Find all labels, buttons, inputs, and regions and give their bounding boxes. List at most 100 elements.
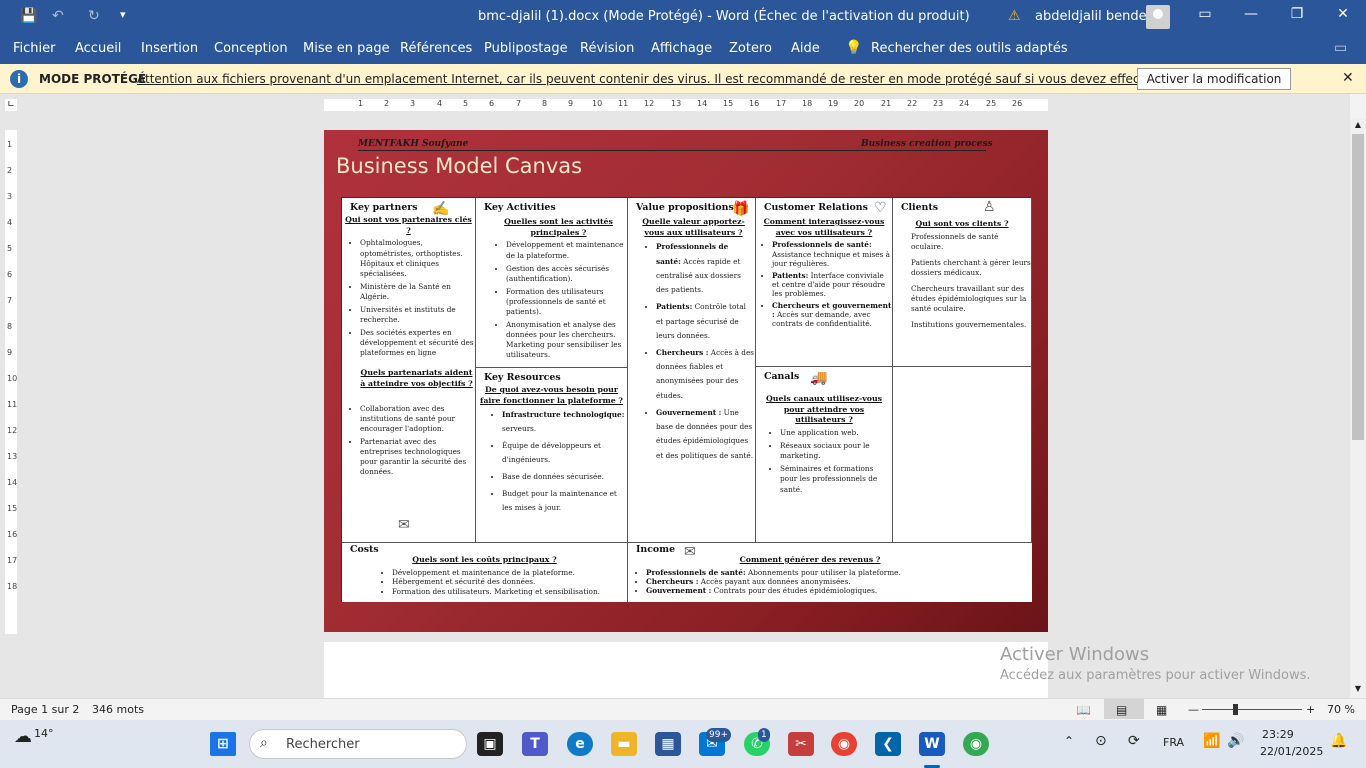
value-propositions-question: Quelle valeur apportez-vous aux utilisat…	[642, 216, 745, 237]
network-shield-icon[interactable]: ⊙	[1095, 733, 1107, 749]
zoom-slider-track[interactable]	[1202, 709, 1302, 710]
tab-fichier[interactable]: Fichier	[13, 41, 56, 56]
save-icon[interactable]: 💾	[20, 8, 37, 24]
clients-heading: Clients	[901, 202, 938, 213]
document-page[interactable]: MENTFAKH Soufyane Business creation proc…	[324, 130, 1048, 632]
zoom-out-button[interactable]: —	[1188, 703, 1199, 716]
scrollbar-thumb[interactable]	[1352, 134, 1364, 440]
web-layout-icon[interactable]: ▦	[1156, 703, 1167, 717]
tab-selector[interactable]: ∟	[5, 99, 17, 111]
list-item: Chercheurs : Accès à des données fiables…	[656, 346, 755, 403]
key-partners-list: Ophtalmologues, optométristes, orthoptis…	[342, 238, 475, 358]
read-mode-icon[interactable]: 📖	[1076, 703, 1091, 717]
item-bold: Chercheurs :	[646, 576, 699, 586]
restore-button[interactable]: ❐	[1282, 6, 1312, 22]
close-button[interactable]: ✕	[1328, 6, 1358, 22]
key-partners-cell: Key partners ✍ Qui sont vos partenaires …	[342, 198, 476, 543]
zoom-in-button[interactable]: +	[1306, 703, 1315, 716]
key-activities-question: Quelles sont les activités principales ?	[504, 216, 613, 237]
list-item: Chercheurs : Accès payant aux données an…	[646, 577, 1032, 586]
protected-mode-message[interactable]: Attention aux fichiers provenant d'un em…	[137, 72, 1278, 86]
channels-cell: Canals 🚚 Quels canaux utilisez-vous pour…	[756, 367, 893, 543]
chrome-profile-icon[interactable]: ◉	[963, 732, 989, 756]
start-icon[interactable]: ⊞	[210, 732, 236, 756]
search-tools-label[interactable]: Rechercher des outils adaptés	[871, 41, 1068, 56]
tab-aide[interactable]: Aide	[791, 41, 820, 56]
file-explorer-icon[interactable]: ▬	[611, 732, 637, 756]
item-bold: Professionnels de santé:	[646, 567, 746, 577]
clock-time[interactable]: 23:29	[1262, 728, 1294, 741]
word-icon[interactable]: W	[919, 732, 945, 756]
key-activities-list: Développement et maintenance de la plate…	[476, 240, 627, 360]
scroll-up-icon[interactable]: ▲	[1350, 118, 1366, 132]
close-icon[interactable]: ✕	[1342, 70, 1354, 86]
teams-icon[interactable]: T	[522, 732, 548, 756]
list-item: Patients: Contrôle total et partage sécu…	[656, 300, 755, 343]
tab-publipostage[interactable]: Publipostage	[484, 41, 568, 56]
taskbar-search[interactable]: ⌕ Rechercher	[249, 729, 467, 759]
list-item: Patients cherchant à gérer leurs dossier…	[911, 257, 1031, 277]
status-bar: Page 1 sur 2 346 mots 📖 ▤ ▦ — + 70 %	[0, 698, 1366, 720]
lightbulb-icon[interactable]: 💡	[845, 40, 862, 56]
redo-icon[interactable]: ↻	[88, 8, 100, 24]
income-cell: Income ✉ Comment générer des revenus ? P…	[628, 543, 1032, 602]
task-view-icon[interactable]: ▣	[477, 732, 503, 756]
clock-date[interactable]: 22/01/2025	[1260, 745, 1323, 758]
tab-mise-en-page[interactable]: Mise en page	[303, 41, 390, 56]
document-icon: ✉	[398, 517, 410, 533]
ribbon-display-icon[interactable]: ▭	[1190, 6, 1220, 22]
tab-zotero[interactable]: Zotero	[729, 41, 772, 56]
wifi-icon[interactable]: 📶	[1203, 733, 1220, 749]
horizontal-ruler[interactable]: 1 2 3 4 5 6 7 8 9 10 11 12 13 14 15 16 17 18 19 20 21 22 23 24 2…	[324, 99, 1048, 111]
weather-temp[interactable]: 14°	[34, 727, 54, 740]
user-name[interactable]: abdeldjalil bendella	[1035, 9, 1162, 24]
tab-insertion[interactable]: Insertion	[141, 41, 198, 56]
chrome-icon[interactable]: ◉	[831, 732, 857, 756]
undo-icon[interactable]: ↶	[52, 8, 64, 24]
item-text: Abonnements pour utiliser la plateforme.	[745, 567, 901, 577]
search-input[interactable]: Rechercher	[286, 737, 360, 752]
list-item: Gouvernement : Une base de données pour …	[656, 406, 755, 463]
tab-revision[interactable]: Révision	[580, 41, 634, 56]
key-activities-heading: Key Activities	[484, 202, 556, 213]
document-page-2[interactable]	[324, 642, 1048, 698]
costs-list: Développement et maintenance de la plate…	[342, 568, 627, 596]
list-item: Collaboration avec des institutions de s…	[360, 404, 475, 434]
zoom-level[interactable]: 70 %	[1327, 703, 1355, 716]
page-title: Business Model Canvas	[336, 154, 583, 178]
comment-icon[interactable]: ▭	[1334, 40, 1347, 56]
store-icon[interactable]: ▦	[655, 732, 681, 756]
notification-icon[interactable]: 🔔	[1330, 733, 1347, 749]
word-count[interactable]: 346 mots	[92, 703, 144, 716]
mail-badge: 99+	[706, 728, 731, 742]
customer-relations-cell: Customer Relations ♡ Comment interagisse…	[756, 198, 893, 367]
clients-list: Professionnels de santé oculaire. Patien…	[893, 232, 1031, 331]
scroll-down-icon[interactable]: ▼	[1350, 682, 1366, 696]
key-resources-list: Infrastructure technologique: serveurs. …	[476, 408, 627, 514]
vertical-scrollbar[interactable]: ▲ ▼	[1350, 118, 1366, 698]
avatar[interactable]	[1146, 5, 1170, 29]
vertical-ruler[interactable]: 1 2 3 4 5 6 7 8 9 10 11 12 13 14 15 16 17 18	[5, 130, 17, 634]
language-indicator[interactable]: FRA	[1163, 736, 1184, 749]
minimize-button[interactable]: —	[1236, 6, 1266, 22]
list-item: Ophtalmologues, optométristes, orthoptis…	[360, 238, 475, 278]
sync-icon[interactable]: ⟳	[1128, 733, 1140, 749]
chevron-up-icon[interactable]: ⌃	[1064, 734, 1074, 748]
weather-icon[interactable]: ☁	[14, 726, 32, 747]
vscode-icon[interactable]: ❮	[875, 732, 901, 756]
protected-mode-label: MODE PROTÉGÉ	[39, 72, 147, 86]
list-item: Développement et maintenance de la plate…	[392, 568, 627, 577]
chevron-down-icon[interactable]: ▾	[120, 8, 126, 21]
page-count[interactable]: Page 1 sur 2	[11, 703, 79, 716]
zoom-slider-thumb[interactable]	[1233, 704, 1238, 715]
tab-accueil[interactable]: Accueil	[75, 41, 121, 56]
tab-affichage[interactable]: Affichage	[651, 41, 712, 56]
tab-conception[interactable]: Conception	[214, 41, 288, 56]
value-propositions-list: Professionnels de santé: Accès rapide et…	[628, 240, 755, 462]
enable-editing-button[interactable]: Activer la modification	[1137, 68, 1291, 90]
edge-icon[interactable]: e	[567, 732, 593, 756]
volume-icon[interactable]: 🔊	[1227, 733, 1244, 749]
snipping-tool-icon[interactable]: ✂	[788, 732, 814, 756]
item-bold: Infrastructure technologique:	[502, 410, 625, 420]
tab-references[interactable]: Références	[400, 41, 472, 56]
